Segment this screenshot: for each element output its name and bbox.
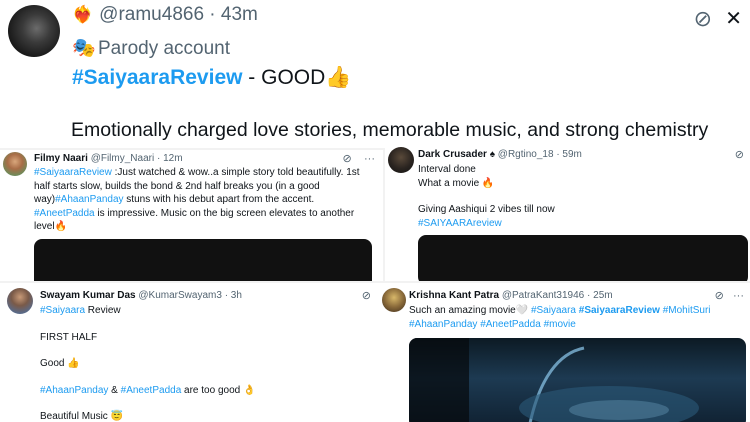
more-icon[interactable]: ··· — [364, 153, 375, 165]
movie-still-image — [409, 338, 699, 422]
main-handle-row: ❤️‍🔥 @ramu4866 · 43m — [72, 4, 258, 26]
hashtag-link[interactable]: #SaiyaaraReview — [579, 305, 660, 316]
hashtag-link[interactable]: #SAIYAARAreview — [418, 217, 738, 231]
tweet-header: Filmy Naari @Filmy_Naari · 12m — [34, 153, 183, 164]
text-segment: & — [108, 384, 121, 396]
display-name[interactable]: Swayam Kumar Das — [40, 290, 136, 301]
user-handle[interactable]: @KumarSwayam3 — [138, 290, 222, 301]
user-handle[interactable]: @Filmy_Naari — [91, 153, 155, 164]
avatar[interactable] — [382, 288, 406, 312]
hashtag-link[interactable]: #SaiyaaraReview — [72, 66, 242, 89]
parody-label-row: 🎭 Parody account — [72, 36, 230, 60]
spade-badge-icon: ♠ — [489, 149, 496, 160]
text-line: FIRST HALF — [40, 331, 98, 343]
avatar[interactable] — [7, 288, 33, 314]
timestamp[interactable]: · 25m — [587, 290, 613, 301]
parody-label: Parody account — [98, 38, 231, 59]
text-line: Interval done — [418, 164, 476, 175]
avatar[interactable] — [8, 5, 60, 57]
grok-icon[interactable]: ⊘ — [694, 6, 712, 32]
text-line: #Saiyaara Review — [40, 304, 370, 318]
grok-icon[interactable]: ⊘ — [715, 290, 724, 302]
hashtag-link[interactable]: #AhaanPanday — [40, 385, 108, 396]
hashtag-link[interactable]: #MohitSuri — [663, 305, 711, 316]
display-name[interactable]: Filmy Naari — [34, 153, 88, 164]
hashtag-link[interactable]: #Saiyaara — [40, 305, 85, 316]
grok-icon[interactable]: ⊘ — [343, 153, 352, 165]
timestamp[interactable]: 43m — [221, 4, 258, 25]
text-line: Good 👍 — [40, 358, 80, 369]
mask-icon: 🎭 — [72, 38, 96, 59]
tweet-header: Krishna Kant Patra @PatraKant31946 · 25m — [409, 290, 613, 301]
display-name[interactable]: Dark Crusader — [418, 149, 487, 160]
tweet-text: #Saiyaara Review FIRST HALF Good 👍 #Ahaa… — [40, 304, 370, 422]
hashtag-link[interactable]: #AneetPadda — [34, 208, 95, 219]
tweet-actions: ⊘ ··· — [343, 152, 375, 165]
text-segment: Such an amazing movie🤍 — [409, 305, 531, 316]
tweet-media[interactable] — [409, 338, 746, 422]
grok-icon[interactable]: ⊘ — [735, 149, 744, 161]
verdict-text: - GOOD👍 — [242, 66, 352, 89]
tweet-actions: ⊘ — [735, 148, 744, 161]
text-segment: Review — [85, 305, 121, 316]
tweet-text: Emotionally charged love stories, memora… — [71, 119, 709, 141]
tweet-card-filmy-naari: Filmy Naari @Filmy_Naari · 12m ⊘ ··· #Sa… — [0, 150, 383, 281]
main-tweet: ❤️‍🔥 @ramu4866 · 43m 🎭 Parody account #Sai… — [0, 0, 750, 148]
timestamp[interactable]: · 12m — [157, 153, 183, 164]
tweet-actions: ⊘ — [362, 289, 371, 302]
heart-fire-icon: ❤️‍🔥 — [72, 5, 94, 24]
tweet-text: #SaiyaaraReview :Just watched & wow..a s… — [34, 166, 369, 234]
avatar[interactable] — [3, 152, 27, 176]
avatar[interactable] — [388, 147, 414, 173]
main-headline: #SaiyaaraReview - GOOD👍 — [72, 66, 351, 90]
hashtag-link[interactable]: #AhaanPanday — [409, 319, 477, 330]
tweet-text: Such an amazing movie🤍 #Saiyaara #Saiyaa… — [409, 304, 744, 331]
timestamp[interactable]: · 59m — [556, 149, 582, 160]
text-segment: stuns with his debut apart from the acce… — [123, 194, 315, 205]
text-segment: are too good 👌 — [181, 384, 256, 396]
tweet-card-krishna-kant-patra: Krishna Kant Patra @PatraKant31946 · 25m… — [375, 283, 750, 422]
display-name[interactable]: Krishna Kant Patra — [409, 290, 499, 301]
close-icon[interactable]: ✕ — [725, 6, 742, 31]
tweet-media[interactable] — [418, 235, 748, 281]
timestamp[interactable]: · 3h — [225, 290, 242, 301]
hashtag-link[interactable]: #AneetPadda — [480, 319, 541, 330]
grok-icon[interactable]: ⊘ — [362, 290, 371, 302]
tweet-header: Swayam Kumar Das @KumarSwayam3 · 3h — [40, 290, 242, 301]
hashtag-link[interactable]: #AhaanPanday — [55, 194, 123, 205]
tweet-text: Interval done What a movie 🔥 Giving Aash… — [418, 163, 738, 230]
tweet-media[interactable] — [34, 239, 372, 281]
dot-separator: · — [209, 4, 216, 25]
text-line: What a movie 🔥 — [418, 177, 495, 189]
tweet-card-swayam-kumar-das: Swayam Kumar Das @KumarSwayam3 · 3h ⊘ #S… — [0, 283, 383, 422]
user-handle[interactable]: @ramu4866 — [99, 4, 204, 25]
user-handle[interactable]: @Rgtino_18 — [498, 149, 554, 160]
text-line: #AhaanPanday & #AneetPadda are too good … — [40, 384, 370, 398]
text-line: Giving Aashiqui 2 vibes till now — [418, 204, 555, 215]
tweet-card-dark-crusader: Dark Crusader ♠ @Rgtino_18 · 59m ⊘ Inter… — [385, 145, 750, 281]
more-icon[interactable]: ··· — [733, 290, 744, 302]
tweet-header: Dark Crusader ♠ @Rgtino_18 · 59m — [418, 149, 582, 160]
hashtag-link[interactable]: #Saiyaara — [531, 305, 576, 316]
hashtag-link[interactable]: #SaiyaaraReview — [34, 167, 112, 178]
tweet-actions: ⊘ ··· — [715, 289, 744, 302]
user-handle[interactable]: @PatraKant31946 — [502, 290, 584, 301]
hashtag-link[interactable]: #movie — [544, 319, 576, 330]
text-line: Beautiful Music 😇 — [40, 411, 124, 422]
hashtag-link[interactable]: #AneetPadda — [121, 385, 182, 396]
